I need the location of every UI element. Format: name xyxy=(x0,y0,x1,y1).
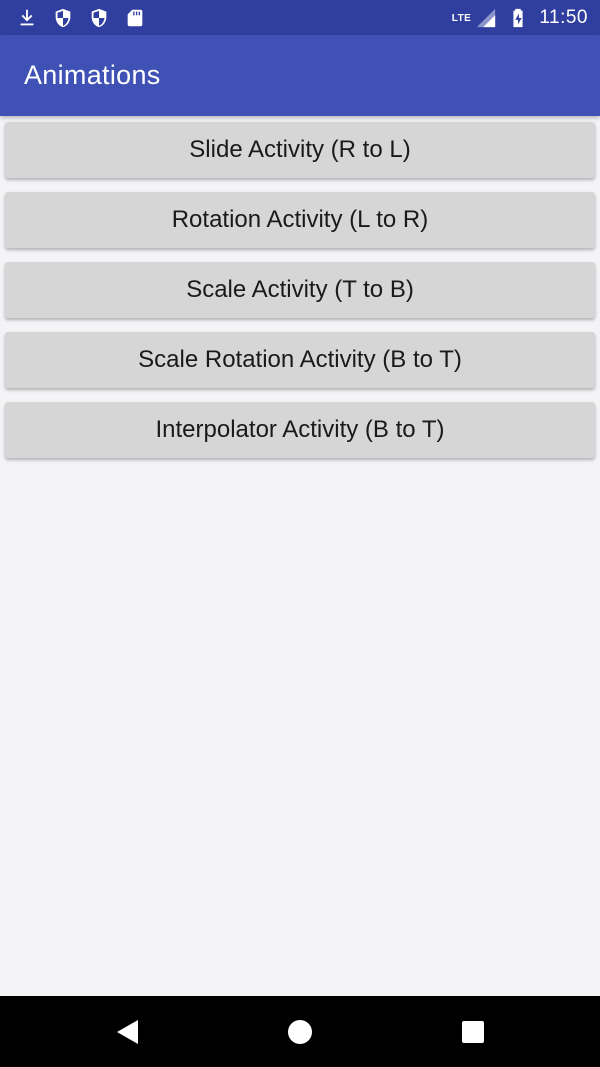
recents-button[interactable] xyxy=(441,1000,505,1064)
home-button[interactable] xyxy=(268,1000,332,1064)
scale-rotation-activity-button[interactable]: Scale Rotation Activity (B to T) xyxy=(5,332,595,388)
signal-icon xyxy=(475,7,497,29)
download-icon xyxy=(16,7,38,29)
shield-icon xyxy=(52,7,74,29)
system-icons: LTE 11:50 xyxy=(452,7,588,29)
app-bar: Animations xyxy=(0,35,600,116)
rotation-activity-button[interactable]: Rotation Activity (L to R) xyxy=(5,192,595,248)
slide-activity-button[interactable]: Slide Activity (R to L) xyxy=(5,122,595,178)
activity-button-list: Slide Activity (R to L) Rotation Activit… xyxy=(0,122,600,458)
clock: 11:50 xyxy=(539,6,588,28)
shield-icon xyxy=(88,7,110,29)
battery-charging-icon xyxy=(507,7,529,29)
interpolator-activity-button[interactable]: Interpolator Activity (B to T) xyxy=(5,402,595,458)
back-icon xyxy=(116,1019,138,1044)
home-icon xyxy=(287,1019,312,1044)
recents-icon xyxy=(462,1020,485,1043)
network-type: LTE xyxy=(451,12,472,24)
status-bar: LTE 11:50 xyxy=(0,0,600,35)
app-title: Animations xyxy=(24,60,161,90)
scale-activity-button[interactable]: Scale Activity (T to B) xyxy=(5,262,595,318)
sd-card-icon xyxy=(124,7,146,29)
notification-icons xyxy=(16,7,146,29)
back-button[interactable] xyxy=(95,1000,159,1064)
navigation-bar xyxy=(0,996,600,1067)
